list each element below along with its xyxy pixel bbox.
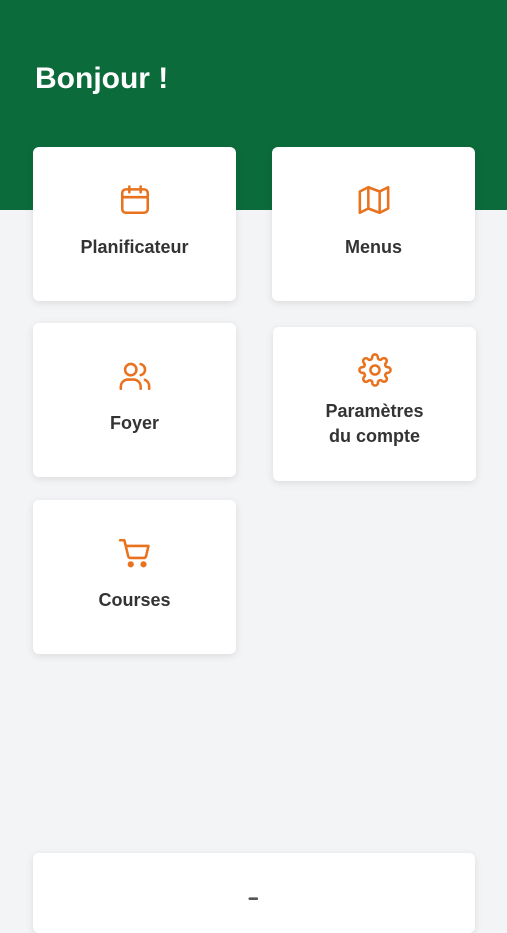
menus-label: Menus xyxy=(344,237,402,257)
courses-card[interactable]: Courses xyxy=(33,500,236,654)
partial-icon xyxy=(237,893,271,927)
map-icon xyxy=(357,183,391,217)
planner-label: Planificateur xyxy=(80,237,189,257)
account-settings-label: Paramètres du compte xyxy=(325,401,424,446)
gear-icon xyxy=(357,353,392,387)
foyer-label: Foyer xyxy=(109,413,160,433)
account-settings-card[interactable]: Paramètres du compte xyxy=(273,327,476,481)
menus-card[interactable]: Menus xyxy=(272,147,475,301)
bottom-card[interactable] xyxy=(33,853,475,933)
users-icon xyxy=(118,359,152,393)
shopping-cart-icon xyxy=(118,536,152,570)
foyer-card[interactable]: Foyer xyxy=(33,323,236,477)
greeting-title: Bonjour ! xyxy=(35,62,169,95)
planner-card[interactable]: Planificateur xyxy=(33,147,236,301)
calendar-icon xyxy=(118,183,152,217)
courses-label: Courses xyxy=(98,590,171,610)
